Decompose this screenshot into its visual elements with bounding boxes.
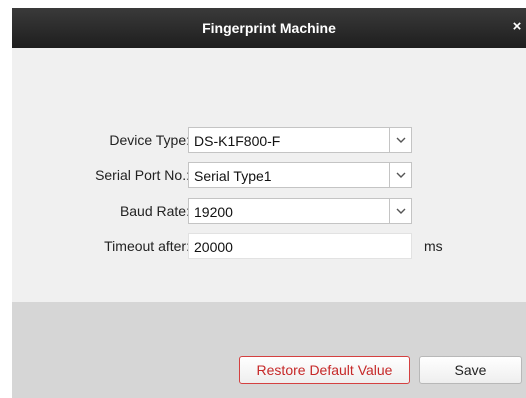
device-type-select[interactable]: DS-K1F800-F	[188, 127, 412, 153]
timeout-label: Timeout after:	[104, 238, 190, 254]
chevron-down-icon[interactable]	[389, 163, 411, 187]
serial-port-label: Serial Port No.:	[95, 167, 190, 183]
fingerprint-machine-dialog: Fingerprint Machine × Device Type: DS-K1…	[12, 8, 526, 398]
device-type-label: Device Type:	[109, 132, 190, 148]
chevron-down-icon[interactable]	[389, 128, 411, 152]
chevron-down-icon[interactable]	[389, 199, 411, 223]
dialog-footer: Restore Default Value Save	[12, 302, 526, 398]
dialog-title: Fingerprint Machine	[202, 20, 336, 36]
device-type-value: DS-K1F800-F	[194, 133, 281, 149]
serial-port-select[interactable]: Serial Type1	[188, 162, 412, 188]
close-icon[interactable]: ×	[510, 19, 524, 35]
timeout-row: Timeout after: 20000 ms	[12, 233, 526, 259]
timeout-unit: ms	[424, 238, 443, 254]
dialog-titlebar: Fingerprint Machine ×	[12, 8, 526, 48]
serial-port-row: Serial Port No.: Serial Type1	[12, 162, 526, 188]
settings-form: Device Type: DS-K1F800-F Serial Port No.…	[12, 48, 526, 302]
baud-rate-select[interactable]: 19200	[188, 198, 412, 224]
restore-default-button[interactable]: Restore Default Value	[239, 356, 410, 384]
baud-rate-value: 19200	[194, 204, 233, 220]
save-button[interactable]: Save	[419, 356, 522, 384]
timeout-value: 20000	[194, 239, 233, 255]
serial-port-value: Serial Type1	[194, 168, 272, 184]
device-type-row: Device Type: DS-K1F800-F	[12, 127, 526, 153]
baud-rate-label: Baud Rate:	[119, 203, 190, 219]
baud-rate-row: Baud Rate: 19200	[12, 198, 526, 224]
timeout-input[interactable]: 20000	[188, 233, 412, 259]
